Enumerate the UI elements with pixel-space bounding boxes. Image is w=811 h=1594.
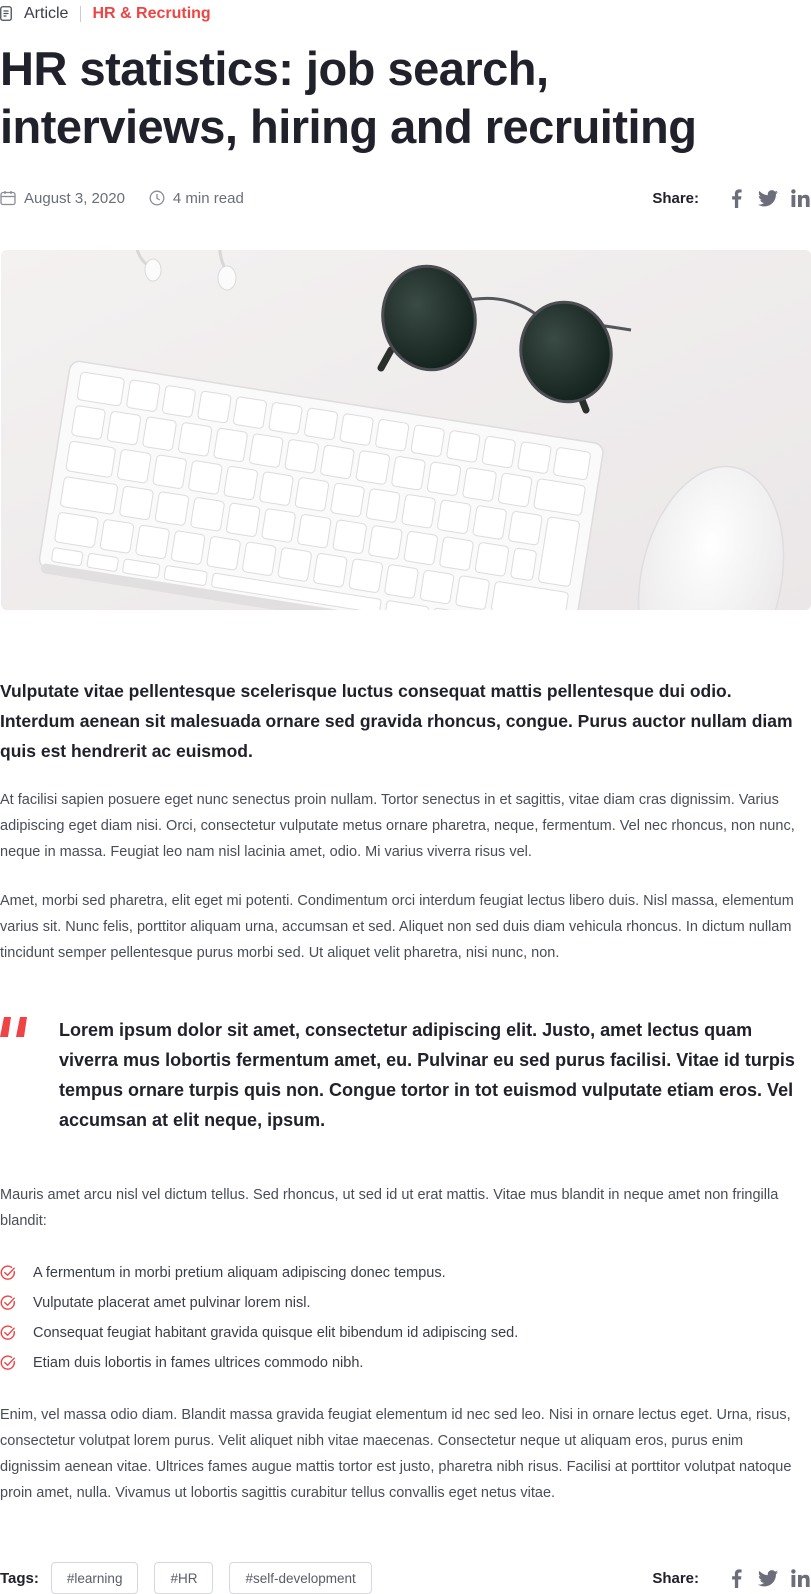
document-icon	[0, 6, 14, 22]
breadcrumb: Article HR & Recruting	[0, 4, 211, 24]
checklist-item-text: Vulputate placerat amet pulvinar lorem n…	[33, 1295, 311, 1311]
facebook-icon[interactable]	[725, 187, 747, 209]
blockquote-text: Lorem ipsum dolor sit amet, consectetur …	[59, 1020, 795, 1130]
facebook-icon[interactable]	[725, 1567, 747, 1589]
checklist-item-text: A fermentum in morbi pretium aliquam adi…	[33, 1265, 446, 1281]
twitter-icon[interactable]	[757, 187, 779, 209]
share-bar-bottom: Share:	[652, 1564, 811, 1592]
check-circle-icon	[0, 1265, 16, 1281]
tag-self-development[interactable]: #self-development	[229, 1562, 372, 1594]
read-time: 4 min read	[149, 190, 244, 207]
breadcrumb-category-link[interactable]: HR & Recruting	[92, 5, 210, 23]
checklist-item: A fermentum in morbi pretium aliquam adi…	[0, 1258, 518, 1288]
article-title: HR statistics: job search, interviews, h…	[0, 42, 697, 153]
checklist-item: Etiam duis lobortis in fames ultrices co…	[0, 1348, 518, 1378]
article-meta: August 3, 2020 4 min read Share:	[0, 184, 811, 212]
tag-hr[interactable]: #HR	[154, 1562, 214, 1594]
publish-date-text: August 3, 2020	[24, 189, 125, 207]
checklist-item-text: Consequat feugiat habitant gravida quisq…	[33, 1325, 519, 1341]
publish-date: August 3, 2020	[0, 190, 125, 207]
clock-icon	[149, 190, 165, 206]
checklist-item: Vulputate placerat amet pulvinar lorem n…	[0, 1288, 518, 1318]
checklist: A fermentum in morbi pretium aliquam adi…	[0, 1258, 518, 1378]
share-bar-top: Share:	[652, 184, 811, 212]
article-footer: Tags: #learning #HR #self-development Sh…	[0, 1562, 811, 1594]
twitter-icon[interactable]	[757, 1567, 779, 1589]
checklist-item-text: Etiam duis lobortis in fames ultrices co…	[33, 1355, 364, 1371]
hero-image	[1, 250, 811, 610]
linkedin-icon[interactable]	[789, 1567, 811, 1589]
tags-label: Tags:	[0, 1569, 39, 1587]
share-label: Share:	[652, 189, 699, 207]
calendar-icon	[0, 191, 16, 206]
check-circle-icon	[0, 1325, 16, 1341]
tag-learning[interactable]: #learning	[50, 1562, 139, 1594]
quote-icon	[0, 1017, 30, 1037]
article-lead: Vulputate vitae pellentesque scelerisque…	[0, 681, 793, 761]
check-circle-icon	[0, 1355, 16, 1371]
linkedin-icon[interactable]	[789, 187, 811, 209]
article-paragraph: At facilisi sapien posuere eget nunc sen…	[0, 792, 795, 860]
breadcrumb-divider	[80, 6, 82, 22]
breadcrumb-type[interactable]: Article	[24, 5, 68, 23]
article-paragraph: Enim, vel massa odio diam. Blandit massa…	[0, 1407, 792, 1501]
article-paragraph: Mauris amet arcu nisl vel dictum tellus.…	[0, 1187, 779, 1229]
article-paragraph: Amet, morbi sed pharetra, elit eget mi p…	[0, 893, 794, 961]
checklist-item: Consequat feugiat habitant gravida quisq…	[0, 1318, 518, 1348]
read-time-text: 4 min read	[172, 189, 244, 207]
share-label: Share:	[652, 1569, 699, 1587]
check-circle-icon	[0, 1295, 16, 1311]
